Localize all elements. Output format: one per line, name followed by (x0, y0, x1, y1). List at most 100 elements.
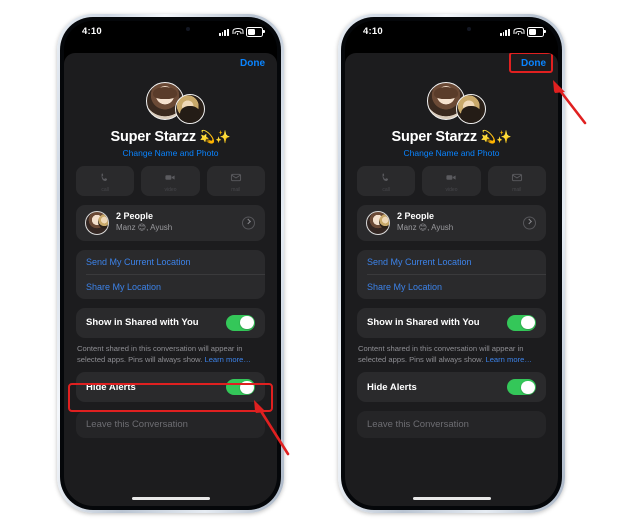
people-card: 2 People Manz 😊, Ayush (76, 204, 265, 241)
send-current-location-link[interactable]: Send My Current Location (357, 250, 546, 274)
video-button-label: video (445, 186, 458, 193)
chevron-right-circle-icon[interactable] (242, 216, 255, 230)
call-button[interactable]: call (76, 165, 135, 196)
home-indicator (131, 496, 210, 500)
shared-with-you-card: Show in Shared with You (357, 307, 546, 338)
hide-alerts-card: Hide Alerts (357, 372, 546, 403)
group-title-emoji: 💫✨ (199, 130, 231, 144)
status-time: 4:10 (82, 26, 102, 37)
show-in-shared-with-you-row[interactable]: Show in Shared with You (357, 308, 546, 338)
group-avatars[interactable] (345, 80, 558, 126)
group-details-sheet: Done Super Starzz 💫✨ Change Name and Pho… (64, 53, 277, 506)
status-time: 4:10 (363, 26, 383, 37)
phone-screen-right: 4:10 Done Super Starzz 💫✨ Change Name an… (345, 21, 558, 506)
group-title-emoji: 💫✨ (480, 130, 512, 144)
battery-icon (527, 27, 546, 37)
group-title-text: Super Starzz (391, 129, 477, 145)
screen-content: Done Super Starzz 💫✨ Change Name and Pho… (64, 47, 277, 506)
avatar-secondary (174, 94, 205, 124)
call-button-label: call (101, 186, 109, 193)
highlight-box-hide-alerts (68, 383, 273, 412)
people-row[interactable]: 2 People Manz 😊, Ayush (76, 205, 265, 241)
done-button[interactable]: Done (240, 58, 265, 69)
avatar-secondary (455, 94, 486, 124)
cellular-bars-icon (218, 28, 229, 36)
group-title-text: Super Starzz (110, 129, 196, 145)
people-text: 2 People Manz 😊, Ayush (397, 211, 453, 234)
status-bar: 4:10 (345, 21, 558, 47)
hide-alerts-label: Hide Alerts (367, 381, 417, 393)
people-card: 2 People Manz 😊, Ayush (357, 204, 546, 241)
notch (412, 21, 491, 38)
phone-icon (382, 173, 389, 181)
mail-button-label: mail (231, 186, 241, 193)
phone-mockup-left: 4:10 Done Super Starzz 💫✨ Change Name an… (57, 14, 284, 513)
video-button[interactable]: video (141, 165, 200, 196)
video-button[interactable]: video (422, 165, 481, 196)
call-button-label: call (382, 186, 390, 193)
chevron-right-circle-icon[interactable] (523, 216, 536, 230)
show-in-shared-with-you-label: Show in Shared with You (367, 317, 480, 329)
mail-button-label: mail (512, 186, 522, 193)
hide-alerts-row[interactable]: Hide Alerts (357, 372, 546, 402)
status-indicators (218, 27, 265, 37)
group-avatars[interactable] (64, 80, 277, 126)
people-avatar-stack (366, 210, 390, 235)
group-details-sheet: Done Super Starzz 💫✨ Change Name and Pho… (345, 53, 558, 506)
envelope-icon (230, 173, 241, 181)
people-count-label: 2 People (397, 211, 435, 222)
front-camera-icon (185, 27, 190, 31)
location-card: Send My Current Location Share My Locati… (76, 249, 265, 299)
show-in-shared-with-you-toggle[interactable] (507, 314, 536, 331)
change-name-and-photo-link[interactable]: Change Name and Photo (345, 148, 558, 158)
hide-alerts-toggle[interactable] (507, 379, 536, 396)
phone-mockup-right: 4:10 Done Super Starzz 💫✨ Change Name an… (338, 14, 565, 513)
show-in-shared-with-you-toggle[interactable] (226, 314, 255, 331)
location-card: Send My Current Location Share My Locati… (357, 249, 546, 299)
leave-conversation-button[interactable]: Leave this Conversation (76, 411, 265, 439)
people-avatar-stack (85, 210, 109, 235)
phone-screen-left: 4:10 Done Super Starzz 💫✨ Change Name an… (64, 21, 277, 506)
people-count-label: 2 People (116, 211, 154, 222)
people-names: Manz 😊, Ayush (397, 223, 454, 233)
change-name-and-photo-link[interactable]: Change Name and Photo (64, 148, 277, 158)
phone-icon (101, 173, 108, 181)
sheet-navbar: Done (64, 53, 277, 79)
wifi-icon (513, 28, 524, 36)
people-text: 2 People Manz 😊, Ayush (116, 211, 172, 234)
shared-with-you-card: Show in Shared with You (76, 307, 265, 338)
notch (131, 21, 210, 38)
envelope-icon (511, 173, 522, 181)
call-button[interactable]: call (357, 165, 416, 196)
status-indicators (499, 27, 546, 37)
home-indicator (412, 496, 491, 500)
front-camera-icon (466, 27, 471, 31)
share-my-location-link[interactable]: Share My Location (76, 275, 265, 299)
learn-more-link[interactable]: Learn more… (485, 355, 531, 364)
mail-button[interactable]: mail (487, 165, 546, 196)
quick-actions: call video mail (64, 165, 277, 196)
people-row[interactable]: 2 People Manz 😊, Ayush (357, 205, 546, 241)
leave-conversation-button[interactable]: Leave this Conversation (357, 411, 546, 439)
video-button-label: video (164, 186, 177, 193)
show-in-shared-with-you-label: Show in Shared with You (86, 317, 199, 329)
battery-icon (246, 27, 265, 37)
share-my-location-link[interactable]: Share My Location (357, 275, 546, 299)
group-title: Super Starzz 💫✨ (64, 129, 277, 146)
mail-button[interactable]: mail (206, 165, 265, 196)
screen-content: Done Super Starzz 💫✨ Change Name and Pho… (345, 47, 558, 506)
sheet-navbar: Done (345, 53, 558, 79)
quick-actions: call video mail (345, 165, 558, 196)
group-title: Super Starzz 💫✨ (345, 129, 558, 146)
highlight-box-done (509, 53, 553, 73)
wifi-icon (232, 28, 243, 36)
video-camera-icon (446, 174, 457, 180)
people-names: Manz 😊, Ayush (116, 223, 173, 233)
shared-with-you-note: Content shared in this conversation will… (64, 338, 277, 366)
show-in-shared-with-you-row[interactable]: Show in Shared with You (76, 308, 265, 338)
screenshot-canvas: 4:10 Done Super Starzz 💫✨ Change Name an… (0, 0, 640, 527)
send-current-location-link[interactable]: Send My Current Location (76, 250, 265, 274)
video-camera-icon (165, 174, 176, 180)
status-bar: 4:10 (64, 21, 277, 47)
learn-more-link[interactable]: Learn more… (204, 355, 250, 364)
